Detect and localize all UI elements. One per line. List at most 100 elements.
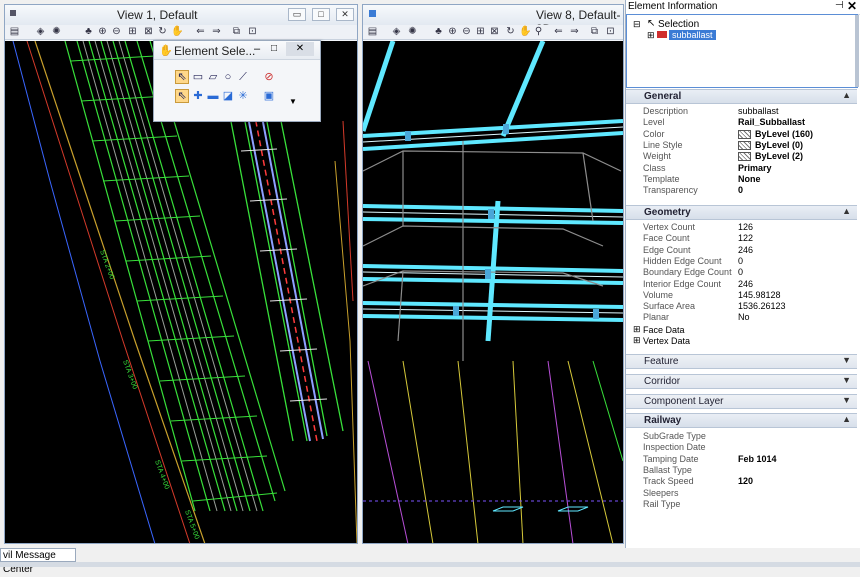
view-previous-icon[interactable]: ⇐ [553, 26, 564, 37]
view-attributes-icon[interactable]: ▤ [367, 26, 378, 37]
vertex-data-label[interactable]: Vertex Data [643, 336, 690, 346]
expand-icon[interactable]: ⊞ [647, 30, 655, 41]
zoom-out-icon[interactable]: ⊖ [461, 26, 472, 37]
select-all-icon[interactable]: ✳ [236, 89, 250, 103]
lighting-icon[interactable]: ✺ [51, 26, 62, 37]
property-row[interactable]: Boundary Edge Count 0 [643, 267, 857, 278]
collapse-chevron-icon[interactable]: ▲ [842, 90, 851, 100]
property-row[interactable]: Ballast Type [643, 465, 857, 476]
property-row[interactable]: Hidden Edge Count 0 [643, 256, 857, 267]
view-menu-icon[interactable] [369, 10, 376, 17]
camera-icon[interactable]: ⊡ [605, 26, 616, 37]
view-8-window[interactable]: View 8, Default-3D ▤ ◈ ✺ ♣ ⊕ ⊖ ⊞ ⊠ ↻ ✋ ⚲… [362, 4, 624, 544]
face-data-label[interactable]: Face Data [643, 325, 685, 335]
block-select-icon[interactable]: ▭ [191, 70, 205, 84]
display-style-icon[interactable]: ◈ [35, 26, 46, 37]
individual-mode-icon[interactable]: ⇖ [175, 89, 189, 103]
view-attributes-icon[interactable]: ▤ [9, 26, 20, 37]
view-menu-icon[interactable] [10, 10, 16, 16]
property-row[interactable]: Description subballast [643, 106, 857, 117]
rotate-view-icon[interactable]: ↻ [505, 26, 516, 37]
line-select-icon[interactable]: ⟋ [236, 70, 250, 84]
fit-view-icon[interactable]: ⊠ [143, 26, 154, 37]
selection-options-icon[interactable]: ▣ [262, 89, 276, 103]
railway-section-header[interactable]: Railway ▲ [626, 413, 857, 428]
view-8-titlebar[interactable]: View 8, Default-3D [363, 5, 623, 36]
pin-icon[interactable]: ⊣ [835, 0, 844, 11]
zoom-in-icon[interactable]: ⊕ [447, 26, 458, 37]
zoom-out-icon[interactable]: ⊖ [111, 26, 122, 37]
close-button[interactable]: ✕ [286, 42, 314, 56]
property-row[interactable]: Vertex Count 126 [643, 222, 857, 233]
clear-selection-icon[interactable]: ⊘ [262, 70, 276, 84]
update-view-icon[interactable]: ♣ [83, 26, 94, 37]
invert-mode-icon[interactable]: ◪ [221, 89, 235, 103]
tree-child-label[interactable]: subballast [669, 30, 716, 40]
expand-chevron-icon[interactable]: ▼ [842, 375, 851, 385]
close-icon[interactable]: ✕ [847, 0, 857, 13]
element-selection-tool-icon[interactable]: ⇖ [175, 70, 189, 84]
property-row[interactable]: Template None [643, 174, 857, 185]
property-row[interactable]: Inspection Date [643, 442, 857, 453]
view-8-canvas[interactable] [363, 41, 623, 543]
shape-select-icon[interactable]: ▱ [206, 70, 220, 84]
collapse-chevron-icon[interactable]: ▲ [842, 206, 851, 216]
panel-scrollbar[interactable] [855, 15, 859, 87]
property-row[interactable]: Class Primary [643, 163, 857, 174]
minimize-button[interactable]: – [254, 43, 260, 55]
expand-dropdown-icon[interactable]: ▼ [289, 97, 297, 106]
zoom-in-icon[interactable]: ⊕ [97, 26, 108, 37]
window-area-icon[interactable]: ⊞ [127, 26, 138, 37]
update-view-icon[interactable]: ♣ [433, 26, 444, 37]
circle-select-icon[interactable]: ○ [221, 70, 235, 84]
property-row[interactable]: SubGrade Type [643, 431, 857, 442]
view-next-icon[interactable]: ⇒ [569, 26, 580, 37]
collapse-icon[interactable]: ⊟ [633, 19, 641, 30]
property-row[interactable]: Color ByLevel (160) [643, 129, 857, 140]
message-center-tab[interactable]: vil Message Center [0, 548, 76, 575]
fit-view-icon[interactable]: ⊠ [489, 26, 500, 37]
element-selection-dialog[interactable]: ✋ Element Sele... – □ ✕ ⇖ ▭ ▱ ○ ⟋ ⊘ ⇖ ✚ … [153, 40, 321, 122]
property-row[interactable]: Weight ByLevel (2) [643, 151, 857, 162]
pan-view-icon[interactable]: ✋ [171, 26, 183, 37]
walk-icon[interactable]: ⚲ [533, 26, 544, 37]
property-row[interactable]: Tamping Date Feb 1014 [643, 454, 857, 465]
element-information-panel[interactable]: Element Information ⊣ ✕ ⊟ ↖ Selection ⊞ … [625, 0, 860, 548]
rotate-view-icon[interactable]: ↻ [157, 26, 168, 37]
property-row[interactable]: Edge Count 246 [643, 245, 857, 256]
window-area-icon[interactable]: ⊞ [475, 26, 486, 37]
collapse-chevron-icon[interactable]: ▲ [842, 414, 851, 424]
selection-tree[interactable]: ⊟ ↖ Selection ⊞ subballast [626, 14, 858, 88]
element-information-header[interactable]: Element Information ⊣ ✕ [626, 0, 860, 15]
geometry-section-header[interactable]: Geometry ▲ [626, 205, 857, 220]
face-data-expand-icon[interactable]: ⊞ [633, 324, 641, 335]
corridor-section-header[interactable]: Corridor ▼ [626, 374, 857, 389]
restore-button[interactable]: □ [271, 43, 277, 54]
display-style-icon[interactable]: ◈ [391, 26, 402, 37]
camera-icon[interactable]: ⊡ [247, 26, 258, 37]
pan-view-icon[interactable]: ✋ [519, 26, 531, 37]
property-row[interactable]: Sleepers [643, 488, 857, 499]
property-row[interactable]: Transparency 0 [643, 185, 857, 196]
element-selection-header[interactable]: ✋ Element Sele... – □ ✕ [154, 41, 320, 60]
view-next-icon[interactable]: ⇒ [211, 26, 222, 37]
property-row[interactable]: Planar No [643, 312, 857, 323]
property-row[interactable]: Surface Area 1536.26123 [643, 301, 857, 312]
property-row[interactable]: Volume 145.98128 [643, 290, 857, 301]
property-row[interactable]: Face Count 122 [643, 233, 857, 244]
close-button[interactable]: ✕ [336, 8, 354, 21]
add-mode-icon[interactable]: ✚ [191, 89, 205, 103]
view-1-titlebar[interactable]: View 1, Default ▭ □ ✕ [5, 5, 357, 25]
tree-root-label[interactable]: Selection [658, 19, 699, 30]
property-row[interactable]: Interior Edge Count 246 [643, 279, 857, 290]
property-row[interactable]: Line Style ByLevel (0) [643, 140, 857, 151]
lighting-icon[interactable]: ✺ [407, 26, 418, 37]
minimize-button[interactable]: ▭ [288, 8, 306, 21]
maximize-button[interactable]: □ [312, 8, 330, 21]
expand-chevron-icon[interactable]: ▼ [842, 395, 851, 405]
subtract-mode-icon[interactable]: ▬ [206, 89, 220, 103]
property-row[interactable]: Level Rail_Subballast [643, 117, 857, 128]
copy-view-icon[interactable]: ⧉ [231, 26, 242, 37]
general-section-header[interactable]: General ▲ [626, 89, 857, 104]
property-row[interactable]: Rail Type [643, 499, 857, 510]
